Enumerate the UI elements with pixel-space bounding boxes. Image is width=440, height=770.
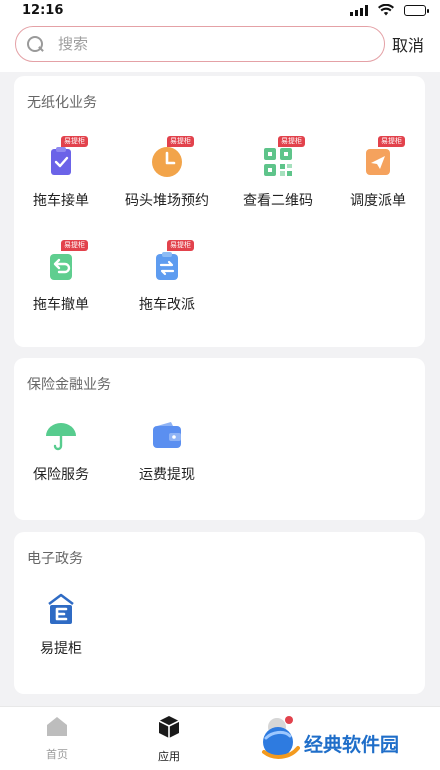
tab-label: 首页 bbox=[46, 748, 68, 761]
clipboard-check-icon: 易提柜 bbox=[43, 136, 88, 180]
app-label: 拖车改派 bbox=[139, 297, 195, 313]
app-label: 运费提现 bbox=[139, 467, 195, 483]
badge: 易提柜 bbox=[61, 240, 88, 251]
badge: 易提柜 bbox=[167, 240, 194, 251]
search-icon bbox=[26, 35, 44, 53]
battery-icon bbox=[404, 4, 429, 16]
undo-document-icon: 易提柜 bbox=[43, 240, 88, 284]
badge: 易提柜 bbox=[61, 136, 88, 147]
app-label: 拖车撤单 bbox=[33, 297, 89, 313]
cube-icon bbox=[157, 715, 181, 743]
badge: 易提柜 bbox=[278, 136, 305, 147]
search-input[interactable] bbox=[58, 35, 348, 53]
wallet-icon bbox=[149, 418, 185, 454]
app-tow-cancel[interactable]: 易提柜 拖车撤单 bbox=[11, 240, 111, 314]
qr-code-icon: 易提柜 bbox=[260, 136, 305, 180]
app-dispatch[interactable]: 易提柜 调度派单 bbox=[328, 136, 428, 210]
app-label: 易提柜 bbox=[40, 641, 82, 657]
section-paperless: 无纸化业务 易提柜 拖车接单 易提柜 码头堆场预约 易提柜 查看二维码 易提柜 … bbox=[14, 76, 425, 347]
tab-home[interactable]: 首页 bbox=[17, 715, 97, 762]
section-title: 无纸化业务 bbox=[27, 95, 97, 111]
app-label: 保险服务 bbox=[33, 467, 89, 483]
app-tow-accept[interactable]: 易提柜 拖车接单 bbox=[11, 136, 111, 210]
watermark-logo-icon bbox=[258, 724, 300, 768]
app-yitigui[interactable]: 易提柜 bbox=[11, 592, 111, 658]
tab-apps[interactable]: 应用 bbox=[129, 715, 209, 764]
wifi-icon bbox=[378, 1, 394, 20]
home-icon bbox=[45, 715, 69, 741]
badge: 易提柜 bbox=[378, 136, 405, 147]
send-icon: 易提柜 bbox=[360, 136, 405, 180]
app-label: 查看二维码 bbox=[243, 193, 313, 209]
app-terminal-booking[interactable]: 易提柜 码头堆场预约 bbox=[117, 136, 217, 210]
status-time: 12:16 bbox=[22, 2, 64, 18]
search-box[interactable] bbox=[15, 26, 385, 62]
section-title: 保险金融业务 bbox=[27, 377, 111, 393]
search-bar: 取消 bbox=[0, 20, 440, 72]
app-tow-reassign[interactable]: 易提柜 拖车改派 bbox=[117, 240, 217, 314]
cancel-button[interactable]: 取消 bbox=[392, 32, 424, 56]
watermark-text: 经典软件园 bbox=[304, 734, 400, 756]
badge: 易提柜 bbox=[167, 136, 194, 147]
signal-icon bbox=[350, 4, 368, 16]
watermark-logo: 经典软件园 bbox=[258, 718, 438, 768]
clock-icon: 易提柜 bbox=[149, 136, 194, 180]
app-freight-withdraw[interactable]: 运费提现 bbox=[117, 418, 217, 484]
app-label: 拖车接单 bbox=[33, 193, 89, 209]
app-label: 调度派单 bbox=[350, 193, 406, 209]
umbrella-icon bbox=[43, 418, 79, 454]
section-insurance-finance: 保险金融业务 保险服务 运费提现 bbox=[14, 358, 425, 520]
app-view-qrcode[interactable]: 易提柜 查看二维码 bbox=[228, 136, 328, 210]
app-insurance-service[interactable]: 保险服务 bbox=[11, 418, 111, 484]
status-icons bbox=[350, 1, 429, 20]
e-box-icon bbox=[43, 592, 79, 628]
section-title: 电子政务 bbox=[27, 551, 83, 567]
tab-label: 应用 bbox=[158, 750, 180, 763]
status-bar: 12:16 bbox=[0, 0, 440, 20]
swap-document-icon: 易提柜 bbox=[149, 240, 194, 284]
app-label: 码头堆场预约 bbox=[125, 193, 209, 209]
section-e-government: 电子政务 易提柜 bbox=[14, 532, 425, 694]
